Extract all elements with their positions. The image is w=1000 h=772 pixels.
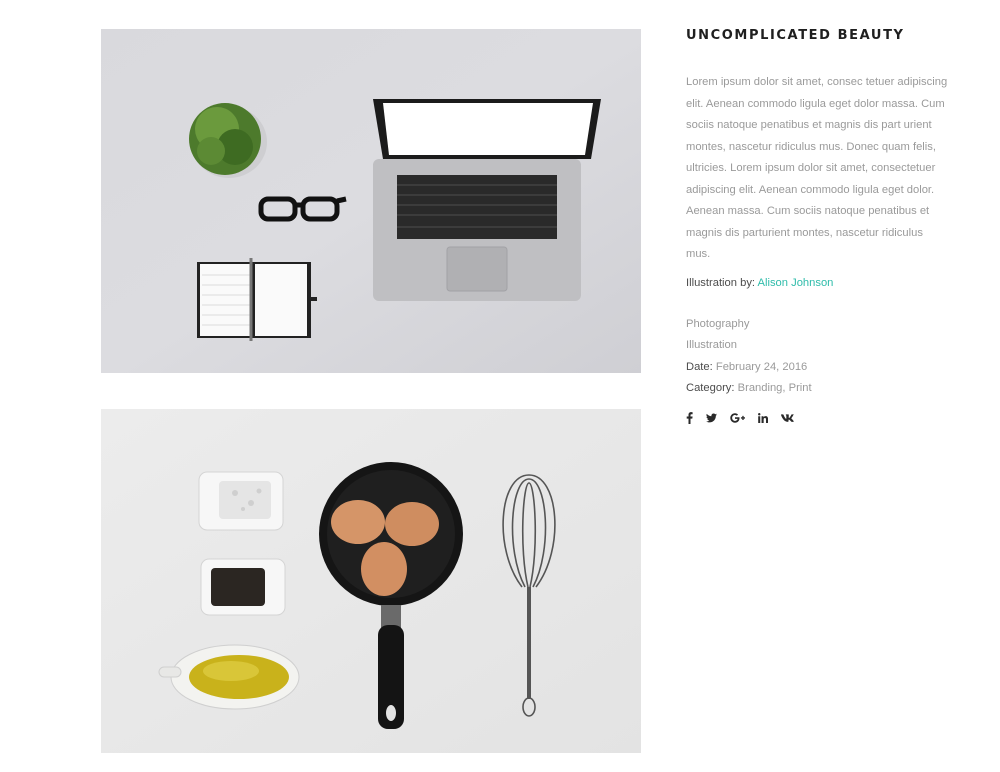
project-info: UNCOMPLICATED BEAUTY Lorem ipsum dolor s… [686, 28, 948, 424]
category-label: Category: [686, 382, 735, 394]
project-image-workspace[interactable] [101, 29, 641, 373]
project-description: Lorem ipsum dolor sit amet, consec tetue… [686, 76, 948, 260]
google-plus-icon[interactable] [730, 412, 745, 423]
facebook-icon[interactable] [686, 411, 693, 424]
social-share [686, 411, 948, 424]
date-row: Date: February 24, 2016 [686, 357, 948, 379]
tag-illustration: Illustration [686, 339, 737, 351]
category-value: Branding, Print [737, 382, 812, 394]
project-title: UNCOMPLICATED BEAUTY [686, 28, 905, 43]
laptop-illustration [373, 99, 601, 301]
kitchen-photo [101, 409, 641, 753]
twitter-icon[interactable] [706, 412, 717, 423]
linkedin-icon[interactable] [758, 412, 768, 423]
date-label: Date: [686, 360, 713, 373]
credit-line: Illustration by: Alison Johnson [686, 274, 948, 292]
pepper-dish-illustration [200, 558, 286, 616]
vk-icon[interactable] [781, 413, 794, 422]
workspace-photo [101, 29, 641, 373]
salt-dish-illustration [198, 471, 284, 531]
date-value: February 24, 2016 [715, 360, 808, 373]
notebook-illustration [197, 258, 317, 341]
project-meta: Photography Illustration Date: February … [686, 314, 948, 400]
category-row: Category: Branding, Print [686, 378, 948, 400]
credit-label: Illustration by: [686, 276, 756, 289]
tag-photography: Photography [686, 317, 750, 330]
credit-author-link[interactable]: Alison Johnson [758, 277, 834, 289]
project-image-kitchen[interactable] [101, 409, 641, 753]
